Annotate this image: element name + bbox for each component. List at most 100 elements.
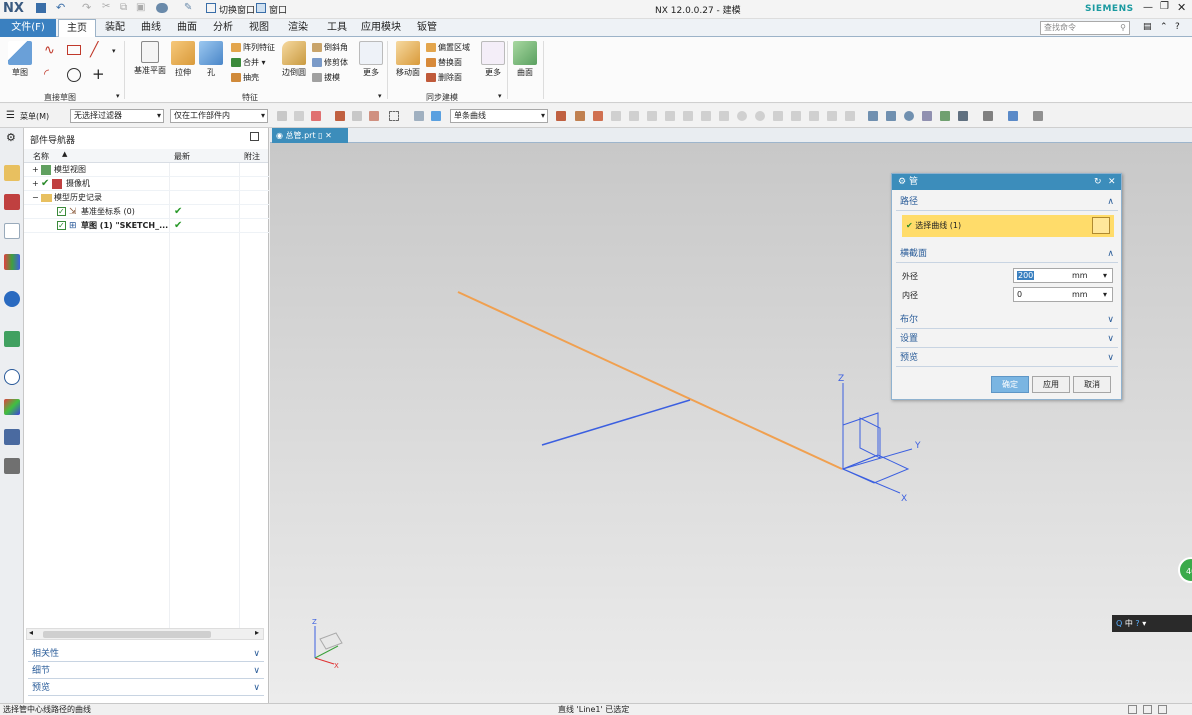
- pipe-path-line[interactable]: [457, 291, 843, 470]
- col-name[interactable]: 名称: [33, 151, 49, 162]
- tab-curve[interactable]: 曲线: [134, 19, 168, 37]
- snap-intersect-icon[interactable]: [665, 111, 675, 121]
- tab-pipe[interactable]: 钣管: [410, 19, 444, 37]
- move-face-button[interactable]: 移动面: [394, 41, 422, 78]
- section-preview[interactable]: 预览 ∨: [896, 350, 1118, 367]
- unite-button[interactable]: 合并 ▾: [231, 57, 266, 68]
- tab-analysis[interactable]: 分析: [206, 19, 240, 37]
- hide-show-icon[interactable]: [1033, 111, 1043, 121]
- view-rotate-icon[interactable]: [904, 111, 914, 121]
- section-path[interactable]: 路径 ∧: [896, 194, 1118, 211]
- layer-icon[interactable]: [958, 111, 968, 121]
- close-tab-icon[interactable]: ✕: [325, 131, 332, 140]
- view-orient-icon[interactable]: [940, 111, 950, 121]
- cancel-button[interactable]: 取消: [1073, 376, 1111, 393]
- sketch-line[interactable]: [541, 399, 691, 446]
- ime-menu-icon[interactable]: ▾: [1142, 619, 1146, 628]
- group-expand-icon[interactable]: ▾: [498, 92, 502, 100]
- constraint-nav-icon[interactable]: [4, 194, 20, 210]
- view-fit-icon[interactable]: [868, 111, 878, 121]
- sketch-more-icon[interactable]: ▾: [112, 47, 116, 55]
- snap-icon[interactable]: [277, 111, 287, 121]
- render-style-icon[interactable]: [983, 111, 993, 121]
- feature-icon[interactable]: [335, 111, 345, 121]
- rectangle-icon[interactable]: [67, 45, 81, 55]
- cut-icon[interactable]: ✂: [102, 1, 110, 12]
- curve-rule-icon-1[interactable]: [556, 111, 566, 121]
- window-icon[interactable]: [256, 3, 266, 13]
- curve-rule-icon-2[interactable]: [575, 111, 585, 121]
- extrude-button[interactable]: 拉伸: [170, 41, 196, 78]
- tab-assembly[interactable]: 装配: [98, 19, 132, 37]
- ok-button[interactable]: 确定: [991, 376, 1029, 393]
- pattern-feature-button[interactable]: 阵列特征: [231, 42, 275, 53]
- visibility-checkbox[interactable]: [57, 219, 66, 233]
- sphere-icon[interactable]: [414, 111, 424, 121]
- chevron-down-icon[interactable]: ▾: [1103, 269, 1107, 282]
- apply-button[interactable]: 应用: [1032, 376, 1070, 393]
- pin-icon[interactable]: ▯: [318, 131, 322, 140]
- snap-on-curve-icon[interactable]: [791, 111, 801, 121]
- snap-arc-center-icon[interactable]: [683, 111, 693, 121]
- display-icon[interactable]: [1008, 111, 1018, 121]
- dropdown-icon[interactable]: ▤: [1143, 22, 1152, 32]
- curve-select-icon[interactable]: [1092, 217, 1110, 234]
- snap-endpoint-icon[interactable]: [611, 111, 621, 121]
- switch-window-button[interactable]: 切换窗口: [219, 3, 255, 16]
- status-icon[interactable]: [1158, 705, 1167, 714]
- shell-button[interactable]: 抽壳: [231, 72, 259, 83]
- maximize-icon[interactable]: [250, 132, 259, 141]
- tree-row-history[interactable]: − 模型历史记录: [24, 191, 269, 205]
- col-latest[interactable]: 最新: [174, 151, 190, 162]
- draft-button[interactable]: 拔模: [312, 72, 340, 83]
- assembly-nav-icon[interactable]: [4, 165, 20, 181]
- save-icon[interactable]: [36, 3, 46, 13]
- web-browser-icon[interactable]: [4, 291, 20, 307]
- close-icon[interactable]: ✕: [1108, 174, 1116, 190]
- tab-application[interactable]: 应用模块: [356, 19, 406, 37]
- copy-icon[interactable]: ⧉: [120, 2, 127, 13]
- window-menu[interactable]: 窗口: [269, 3, 287, 16]
- offset-region-button[interactable]: 偏置区域: [426, 42, 470, 53]
- history-icon[interactable]: [4, 331, 20, 347]
- render-style-icon[interactable]: [156, 3, 168, 13]
- select-all-icon[interactable]: [311, 111, 321, 121]
- collapse-icon[interactable]: −: [32, 191, 39, 205]
- horizontal-scrollbar[interactable]: ◂ ▸: [26, 628, 264, 640]
- tab-tools[interactable]: 工具: [320, 19, 354, 37]
- roles-icon[interactable]: [4, 458, 20, 474]
- line-icon[interactable]: ╱: [90, 42, 98, 58]
- part-nav-icon[interactable]: [4, 223, 20, 239]
- redo-icon[interactable]: ↷: [82, 1, 91, 14]
- edge-blend-button[interactable]: 边倒圆: [280, 41, 308, 78]
- visualization-icon[interactable]: [4, 399, 20, 415]
- delete-face-button[interactable]: 删除面: [426, 72, 462, 83]
- snap-midpoint-icon[interactable]: [629, 111, 639, 121]
- reuse-library-icon[interactable]: [4, 254, 20, 270]
- chamfer-button[interactable]: 倒斜角: [312, 42, 348, 53]
- restore-icon[interactable]: ❐: [1160, 1, 1169, 12]
- rectangle-select-icon[interactable]: [389, 111, 399, 121]
- accordion-preview[interactable]: 预览 ∨: [28, 681, 264, 696]
- status-icon[interactable]: [1143, 705, 1152, 714]
- replace-face-button[interactable]: 替换面: [426, 57, 462, 68]
- point-icon[interactable]: +: [92, 65, 105, 83]
- scroll-thumb[interactable]: [43, 631, 211, 638]
- tab-view[interactable]: 视图: [242, 19, 276, 37]
- scope-select[interactable]: 仅在工作部件内: [170, 109, 268, 123]
- group-expand-icon[interactable]: ▾: [378, 92, 382, 100]
- snap-pole-icon[interactable]: [845, 111, 855, 121]
- arc-icon[interactable]: ◜: [44, 67, 49, 82]
- datum-plane-button[interactable]: 基准平面: [132, 41, 168, 76]
- surface-button[interactable]: 曲面: [512, 41, 538, 78]
- tree-row-datum-csys[interactable]: ⇲ 基准坐标系 (0) ✔: [24, 205, 269, 219]
- expand-icon[interactable]: +: [32, 177, 39, 191]
- type-filter-select[interactable]: 无选择过滤器: [70, 109, 164, 123]
- tab-home[interactable]: 主页: [58, 19, 96, 37]
- ime-toolbar[interactable]: Q 中 ? ▾: [1112, 615, 1192, 632]
- group-expand-icon[interactable]: ▾: [116, 92, 120, 100]
- snap-bounded-icon[interactable]: [827, 111, 837, 121]
- curve-rule-select[interactable]: 单条曲线: [450, 109, 548, 123]
- accordion-details[interactable]: 细节 ∨: [28, 664, 264, 679]
- cube-select-icon[interactable]: [431, 111, 441, 121]
